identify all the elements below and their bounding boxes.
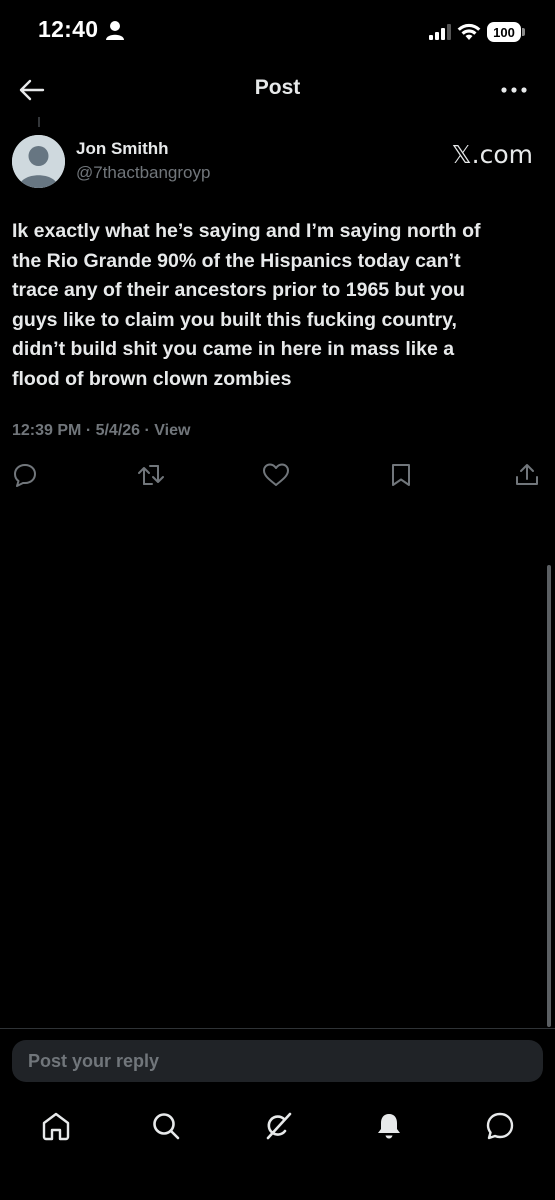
status-bar: 12:40 100 — [0, 0, 555, 62]
bookmark-button[interactable] — [386, 460, 416, 490]
post-text: Ik exactly what he’s saying and I’m sayi… — [12, 220, 481, 390]
status-indicators: 100 — [429, 20, 525, 44]
battery-indicator: 100 — [487, 22, 525, 42]
share-icon — [516, 464, 538, 485]
like-button[interactable] — [261, 460, 291, 490]
nav-messages[interactable] — [482, 1108, 518, 1144]
bookmark-icon — [392, 464, 410, 486]
nav-notifications[interactable] — [371, 1108, 407, 1144]
post-header: Post — [0, 62, 555, 118]
post-actions — [0, 458, 555, 492]
more-dots-icon — [501, 87, 527, 93]
source-watermark: 𝕏.com — [451, 140, 533, 169]
avatar[interactable] — [12, 135, 65, 188]
repost-icon — [138, 465, 164, 485]
home-icon — [42, 1112, 70, 1141]
nav-search[interactable] — [148, 1108, 184, 1144]
wifi-icon — [457, 23, 481, 40]
scrollbar[interactable] — [547, 565, 551, 1027]
more-options-button[interactable] — [497, 74, 531, 106]
grok-icon — [266, 1112, 292, 1140]
author-handle[interactable]: @7thactbangroyp — [76, 163, 210, 183]
reply-icon — [14, 464, 36, 487]
share-button[interactable] — [512, 460, 542, 490]
default-avatar-icon — [12, 135, 65, 188]
battery-level: 100 — [493, 24, 515, 40]
composer-divider — [0, 1028, 555, 1029]
status-time: 12:40 — [38, 16, 99, 42]
cellular-signal-icon — [429, 24, 451, 40]
reply-input[interactable]: Post your reply — [12, 1040, 543, 1082]
reply-button[interactable] — [10, 460, 40, 490]
author-name[interactable]: Jon Smithh — [76, 139, 169, 159]
nav-home[interactable] — [38, 1108, 74, 1144]
reply-placeholder: Post your reply — [28, 1050, 160, 1071]
heart-icon — [263, 463, 289, 486]
nav-grok[interactable] — [260, 1108, 296, 1144]
post-timestamp[interactable]: 12:39 PM · 5/4/26 · View — [12, 422, 190, 440]
repost-button[interactable] — [136, 460, 166, 490]
notifications-icon — [378, 1114, 400, 1139]
focus-person-icon — [106, 21, 124, 40]
messages-icon — [486, 1112, 514, 1140]
page-title: Post — [254, 76, 301, 99]
search-icon — [153, 1113, 180, 1140]
bottom-nav — [0, 1100, 555, 1150]
thread-connector — [38, 117, 40, 127]
